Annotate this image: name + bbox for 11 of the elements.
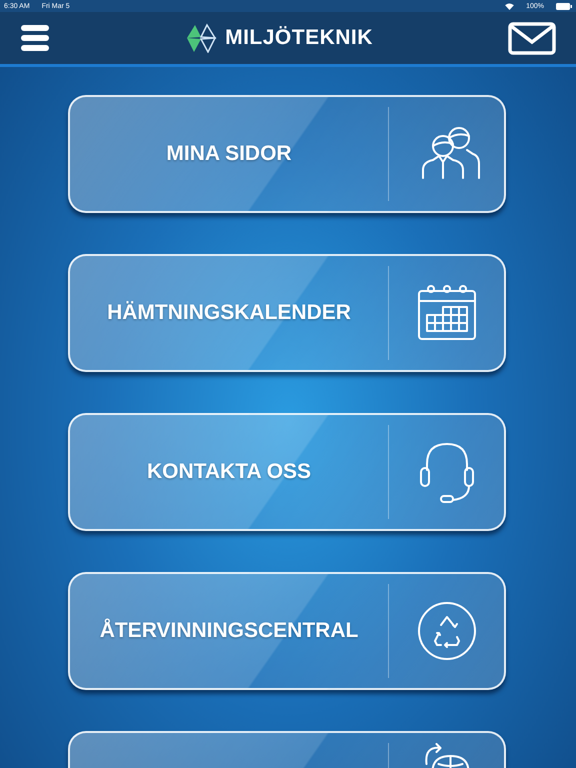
wifi-icon (505, 2, 514, 10)
menu-icon[interactable] (20, 23, 50, 53)
mail-icon[interactable] (508, 22, 556, 54)
battery-icon (556, 2, 572, 10)
globe-icon (422, 743, 470, 768)
app-title: MILJÖTEKNIK (225, 26, 373, 50)
logo-icon (185, 23, 218, 53)
menu-button[interactable]: MINA SIDOR (68, 95, 506, 213)
menu-button[interactable]: ÅTERVINNINGSCENTRAL (68, 572, 506, 690)
menu-button[interactable]: KONTAKTA OSS (68, 413, 506, 531)
menu-button[interactable]: HÄMTNINGSKALENDER (68, 254, 506, 372)
